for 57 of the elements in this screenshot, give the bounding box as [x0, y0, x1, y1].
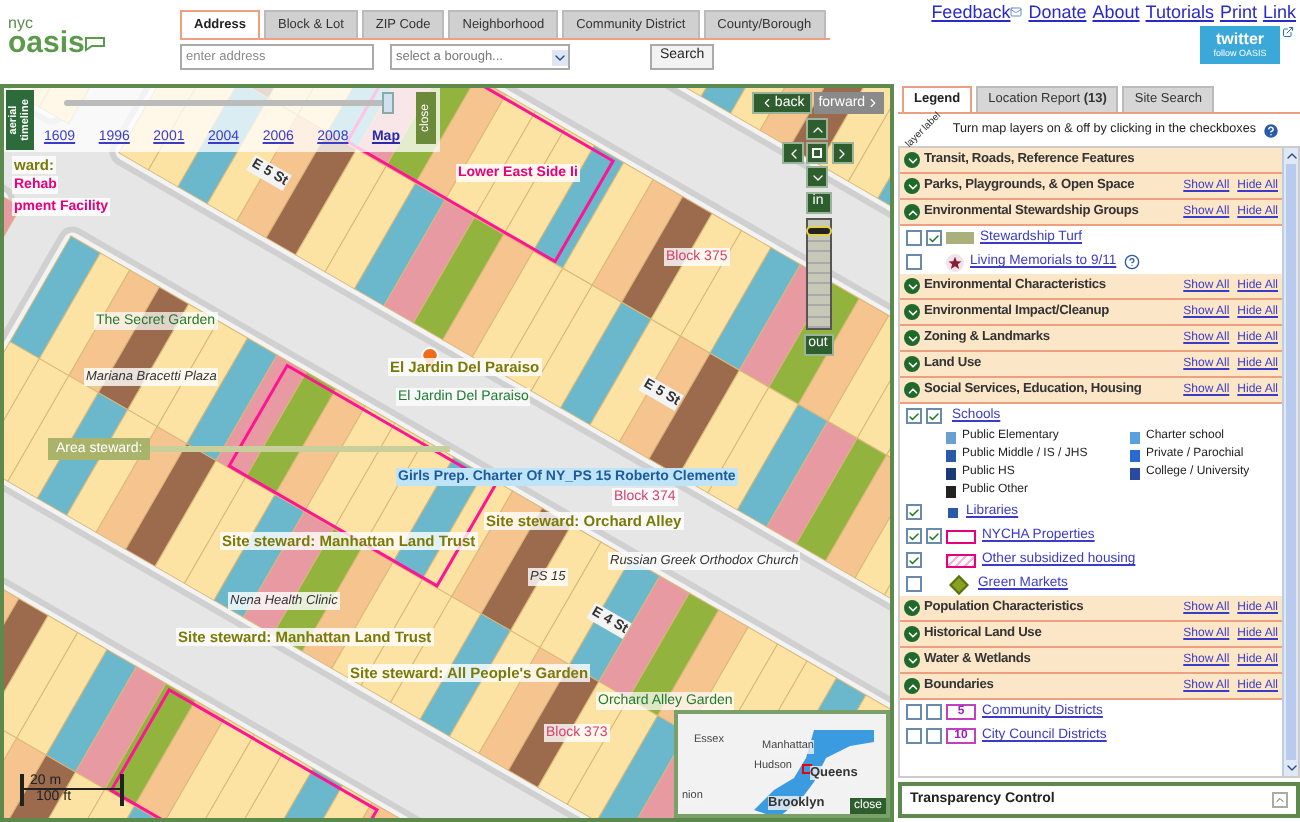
collapse-icon[interactable] [904, 204, 920, 220]
arrow-left-icon [760, 96, 775, 110]
outline-swatch [946, 529, 976, 543]
timeline-thumb[interactable] [382, 92, 394, 114]
expand-icon[interactable] [904, 304, 920, 320]
layer-checkbox[interactable] [926, 528, 942, 544]
layer-checkbox[interactable] [906, 728, 922, 744]
logo: nyc oasis [0, 0, 164, 84]
layer-checkbox[interactable] [906, 576, 922, 592]
header-link[interactable]: About [1092, 2, 1140, 22]
collapse-icon[interactable] [904, 678, 920, 694]
layer-checkbox[interactable] [926, 230, 942, 246]
zoom-slider-thumb[interactable] [805, 225, 831, 235]
dropdown-icon [552, 49, 568, 65]
help-icon[interactable] [1261, 121, 1280, 139]
layer-checkbox[interactable] [906, 704, 922, 720]
layer-checkbox[interactable] [906, 504, 922, 520]
expand-icon[interactable] [904, 278, 920, 294]
layer-checkbox[interactable] [926, 408, 942, 424]
header-link[interactable]: Print [1219, 2, 1257, 22]
header-link[interactable]: Feedback [931, 2, 1011, 22]
turf-swatch [946, 232, 974, 244]
external-link-icon[interactable] [1282, 26, 1294, 38]
expand-icon[interactable] [904, 600, 920, 616]
pan-up-button[interactable] [806, 118, 829, 140]
pan-down-button[interactable] [806, 166, 829, 188]
scroll-up-icon[interactable] [1284, 148, 1300, 164]
header-link[interactable]: Link [1262, 2, 1296, 22]
speech-bubble-icon [84, 36, 107, 52]
star-icon [946, 253, 964, 271]
expand-icon[interactable] [904, 356, 920, 372]
layer-checkbox[interactable] [906, 528, 922, 544]
layer-checkbox[interactable] [906, 408, 922, 424]
mail-icon [1010, 6, 1023, 18]
pan-center-button[interactable] [806, 142, 829, 164]
header-link[interactable]: Tutorials [1145, 2, 1214, 22]
scrollbar[interactable] [1282, 148, 1298, 776]
arrow-right-icon [865, 96, 880, 110]
expand-icon[interactable] [904, 330, 920, 346]
expand-icon[interactable] [904, 152, 920, 168]
expand-icon[interactable] [904, 178, 920, 194]
layer-checkbox[interactable] [906, 230, 922, 246]
layer-checkbox[interactable] [906, 254, 922, 270]
layer-checkbox[interactable] [926, 728, 942, 744]
collapse-icon[interactable] [904, 382, 920, 398]
pan-right-button[interactable] [831, 142, 854, 164]
expand-icon[interactable] [904, 652, 920, 668]
layer-checkbox[interactable] [906, 552, 922, 568]
layer-checkbox[interactable] [926, 704, 942, 720]
expand-icon[interactable] [904, 626, 920, 642]
zoom-slider[interactable] [805, 218, 831, 330]
library-icon [946, 505, 960, 519]
pan-left-button[interactable] [782, 142, 804, 164]
header-link[interactable]: Donate [1028, 2, 1087, 22]
info-icon[interactable] [1124, 254, 1141, 270]
scroll-down-icon[interactable] [1284, 760, 1300, 776]
hatch-swatch [946, 553, 976, 567]
